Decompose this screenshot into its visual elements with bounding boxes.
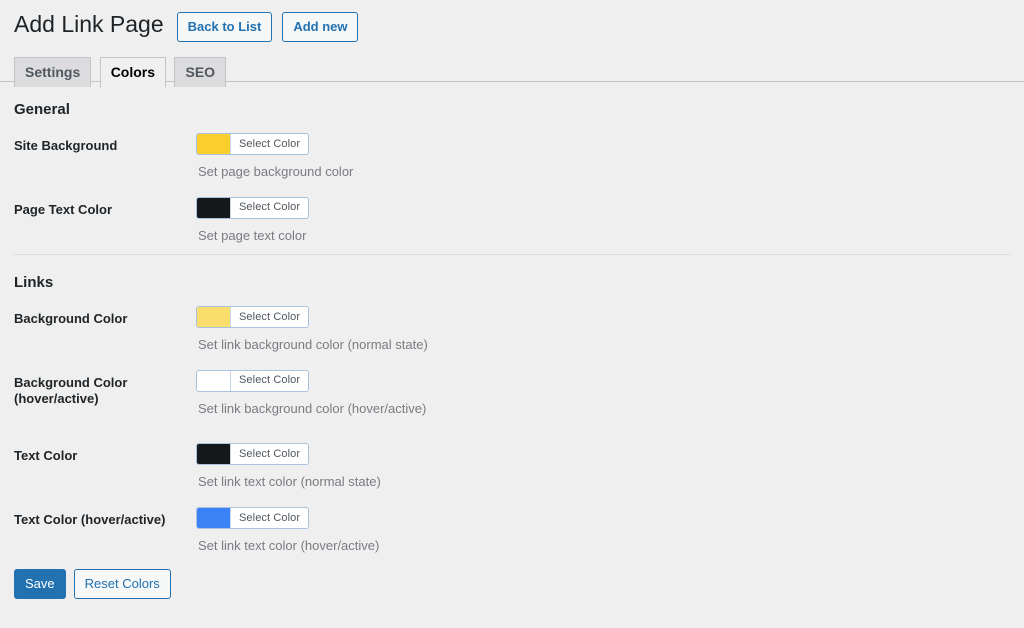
back-to-list-button[interactable]: Back to List	[176, 12, 273, 42]
color-swatch-link-text-color	[197, 444, 231, 465]
field-description-link-background-color-hover: Set link background color (hover/active)	[198, 400, 427, 416]
select-color-label: Select Color	[231, 444, 309, 465]
select-color-label: Select Color	[231, 307, 309, 327]
form-actions: Save Reset Colors	[0, 555, 1024, 600]
field-description-link-text-color: Set link text color (normal state)	[198, 474, 381, 490]
field-label-site-background: Site Background	[14, 138, 118, 153]
table-row: Text Color (hover/active) Select Color S…	[14, 492, 1010, 556]
color-swatch-site-background	[197, 134, 231, 154]
tab-seo[interactable]: SEO	[174, 57, 227, 88]
table-row: Background Color Select Color Set link b…	[14, 291, 1010, 355]
color-swatch-link-background-color	[197, 307, 231, 327]
field-label-link-text-color-hover: Text Color (hover/active)	[14, 511, 166, 527]
general-fields-table: Site Background Select Color Set page ba…	[14, 118, 1010, 245]
color-picker-page-text-color[interactable]: Select Color	[196, 196, 310, 219]
tab-settings[interactable]: Settings	[14, 57, 92, 88]
field-label-link-text-color: Text Color	[14, 448, 78, 464]
select-color-label: Select Color	[231, 134, 309, 154]
save-button[interactable]: Save	[14, 569, 66, 600]
field-label-page-text-color: Page Text Color	[14, 201, 113, 217]
field-label-link-background-color-hover: Background Color (hover/active)	[14, 374, 128, 407]
select-color-label: Select Color	[231, 507, 309, 528]
table-row: Text Color Select Color Set link text co…	[14, 428, 1010, 492]
color-picker-link-background-color[interactable]: Select Color	[196, 306, 310, 328]
table-row: Background Color (hover/active) Select C…	[14, 355, 1010, 429]
color-swatch-page-text-color	[197, 197, 231, 218]
field-description-link-text-color-hover: Set link text color (hover/active)	[198, 537, 380, 553]
color-picker-link-text-color[interactable]: Select Color	[196, 443, 310, 466]
table-row: Page Text Color Select Color Set page te…	[14, 182, 1010, 246]
page-title: Add Link Page	[14, 11, 164, 38]
table-row: Site Background Select Color Set page ba…	[14, 118, 1010, 182]
color-swatch-link-text-color-hover	[197, 507, 231, 528]
color-picker-site-background[interactable]: Select Color	[196, 133, 310, 155]
color-picker-link-background-color-hover[interactable]: Select Color	[196, 369, 310, 392]
select-color-label: Select Color	[231, 197, 309, 218]
links-fields-table: Background Color Select Color Set link b…	[14, 291, 1010, 555]
field-description-page-text-color: Set page text color	[198, 227, 307, 243]
color-swatch-link-background-color-hover	[197, 370, 231, 391]
color-picker-link-text-color-hover[interactable]: Select Color	[196, 506, 310, 529]
field-description-link-background-color: Set link background color (normal state)	[198, 337, 428, 352]
colors-form: General Site Background Select Color Set…	[0, 82, 1024, 555]
field-description-site-background: Set page background color	[198, 164, 354, 179]
tab-bar: Settings Colors SEO	[0, 56, 1024, 89]
select-color-label: Select Color	[231, 370, 309, 391]
reset-colors-button[interactable]: Reset Colors	[73, 569, 171, 600]
admin-page: Add Link Page Back to List Add new Setti…	[0, 0, 1024, 600]
field-label-link-background-color: Background Color	[14, 311, 128, 326]
section-title-links: Links	[14, 274, 54, 291]
add-new-button[interactable]: Add new	[282, 12, 359, 42]
page-header: Add Link Page Back to List Add new	[0, 0, 1024, 42]
tab-colors[interactable]: Colors	[99, 57, 167, 89]
